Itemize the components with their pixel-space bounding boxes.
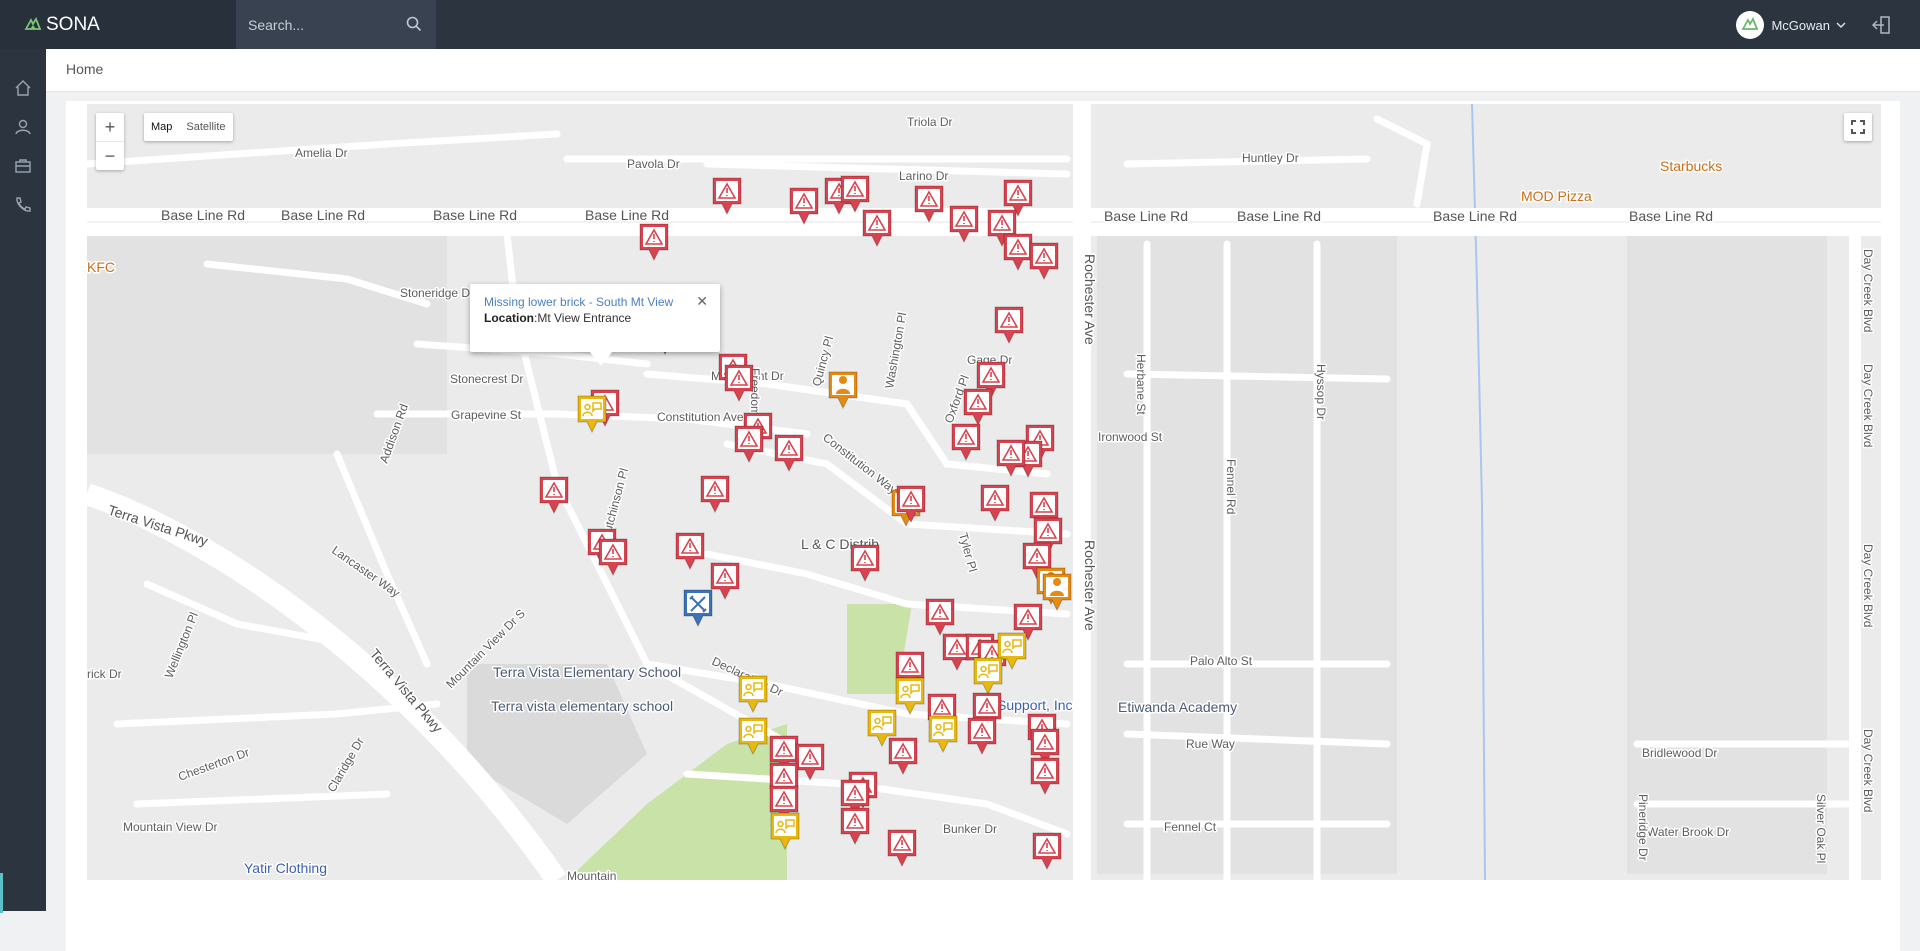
home-icon[interactable] xyxy=(12,77,34,99)
map-type-control: Map Satellite xyxy=(144,113,233,141)
users-icon[interactable] xyxy=(12,116,34,138)
info-window-close-button[interactable]: ✕ xyxy=(696,293,708,310)
warning-pin-icon[interactable] xyxy=(967,717,997,756)
warning-pin-icon[interactable] xyxy=(994,306,1024,345)
warning-pin-icon[interactable] xyxy=(789,187,819,226)
logout-icon[interactable] xyxy=(1871,15,1892,40)
app-name: SONA xyxy=(46,13,100,35)
warning-pin-icon[interactable] xyxy=(774,434,804,473)
users-pin-icon[interactable] xyxy=(738,675,768,714)
warning-pin-icon[interactable] xyxy=(539,476,569,515)
top-bar: SONA McGowan xyxy=(0,0,1920,49)
warning-pin-icon[interactable] xyxy=(949,205,979,244)
avatar xyxy=(1736,11,1765,39)
warning-pin-icon[interactable] xyxy=(862,209,892,248)
info-window-title[interactable]: Missing lower brick - South Mt View xyxy=(484,295,673,309)
warning-pin-icon[interactable] xyxy=(712,177,742,216)
users-pin-icon[interactable] xyxy=(738,717,768,756)
warning-pin-icon[interactable] xyxy=(840,175,870,214)
warning-pin-icon[interactable] xyxy=(1003,233,1033,272)
sidebar xyxy=(0,49,46,913)
chevron-down-icon xyxy=(1836,16,1846,34)
warning-pin-icon[interactable] xyxy=(840,807,870,846)
warning-pin-icon[interactable] xyxy=(675,532,705,571)
warning-pin-icon[interactable] xyxy=(724,364,754,403)
users-pin-icon[interactable] xyxy=(577,395,607,434)
search-icon[interactable] xyxy=(406,16,422,37)
fullscreen-icon xyxy=(1851,120,1865,134)
users-pin-icon[interactable] xyxy=(973,657,1003,696)
warning-pin-icon[interactable] xyxy=(914,185,944,224)
warning-pin-icon[interactable] xyxy=(1029,242,1059,281)
users-pin-icon[interactable] xyxy=(928,715,958,754)
map-type-map-button[interactable]: Map xyxy=(144,113,179,141)
pins-layer xyxy=(539,175,1072,871)
warning-pin-icon[interactable] xyxy=(888,737,918,776)
warning-pin-icon[interactable] xyxy=(1032,832,1062,871)
warning-pin-icon[interactable] xyxy=(951,423,981,462)
map-info-window: Missing lower brick - South Mt View Loca… xyxy=(470,284,720,366)
info-window-location-value: Mt View Entrance xyxy=(537,311,632,325)
worker-pin-icon[interactable] xyxy=(828,371,858,410)
warning-pin-icon[interactable] xyxy=(925,598,955,637)
breadcrumb-home[interactable]: Home xyxy=(66,61,103,77)
warning-pin-icon[interactable] xyxy=(710,562,740,601)
info-window-location: Location:Mt View Entrance xyxy=(484,311,632,325)
warning-pin-icon[interactable] xyxy=(1030,757,1060,796)
warning-pin-icon[interactable] xyxy=(734,425,764,464)
warning-pin-icon[interactable] xyxy=(598,538,628,577)
warning-pin-icon[interactable] xyxy=(639,223,669,262)
tools-pin-icon[interactable] xyxy=(683,589,713,628)
phone-icon[interactable] xyxy=(12,194,34,216)
zoom-out-button[interactable]: − xyxy=(96,142,124,170)
warning-pin-icon[interactable] xyxy=(887,829,917,868)
warning-pin-icon[interactable] xyxy=(996,439,1026,478)
warning-pin-icon[interactable] xyxy=(980,484,1010,523)
map-type-satellite-button[interactable]: Satellite xyxy=(179,113,232,141)
users-pin-icon[interactable] xyxy=(895,677,925,716)
warning-pin-icon[interactable] xyxy=(850,544,880,583)
users-pin-icon[interactable] xyxy=(770,812,800,851)
warning-pin-icon[interactable] xyxy=(963,388,993,427)
briefcase-icon[interactable] xyxy=(12,155,34,177)
warning-pin-icon[interactable] xyxy=(795,743,825,782)
sidebar-active-indicator xyxy=(0,873,3,913)
warning-pin-icon[interactable] xyxy=(700,475,730,514)
sona-logo-icon xyxy=(24,16,42,33)
info-window-location-label: Location xyxy=(484,311,534,325)
zoom-in-button[interactable]: + xyxy=(96,113,124,142)
breadcrumb: Home xyxy=(46,49,1920,92)
fullscreen-button[interactable] xyxy=(1844,113,1872,141)
map[interactable]: Amelia Dr Pavola Dr Larino Dr Triola Dr … xyxy=(87,104,1881,880)
zoom-control: + − xyxy=(96,113,124,170)
search-box xyxy=(236,0,436,49)
worker-pin-icon[interactable] xyxy=(1042,573,1072,612)
user-name: McGowan xyxy=(1771,17,1830,33)
user-menu[interactable]: McGowan xyxy=(1736,10,1846,40)
search-input[interactable] xyxy=(246,12,400,38)
brand[interactable]: SONA xyxy=(0,0,236,49)
